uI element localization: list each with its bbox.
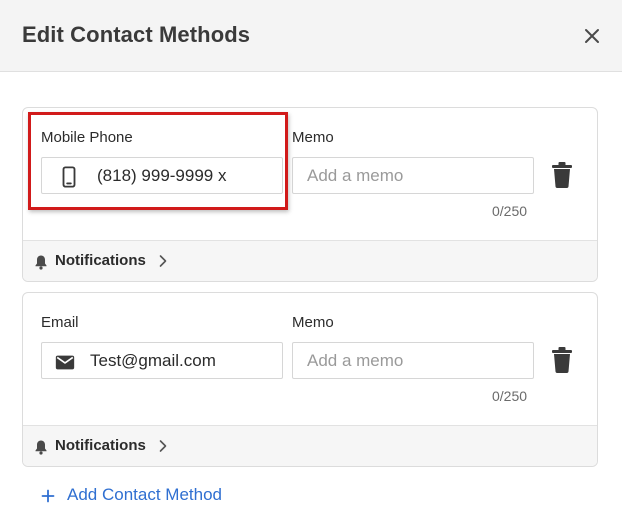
add-contact-method-label: Add Contact Method [67, 485, 222, 504]
bell-icon [35, 440, 47, 455]
memo-char-count: 0/250 [492, 388, 528, 404]
delete-trash-icon[interactable] [551, 162, 573, 188]
contact-type-label: Email [41, 314, 79, 331]
contact-card-mobile-phone: Mobile Phone Memo (818) 999-9999 x Add a… [22, 107, 598, 282]
contact-type-label: Mobile Phone [41, 129, 133, 146]
bell-icon [35, 255, 47, 270]
phone-value: (818) 999-9999 x [97, 166, 227, 185]
notifications-label: Notifications [55, 252, 146, 269]
notifications-label: Notifications [55, 437, 146, 454]
chevron-right-icon [159, 255, 167, 267]
memo-input[interactable]: Add a memo [292, 157, 534, 194]
delete-trash-icon[interactable] [551, 347, 573, 373]
memo-label: Memo [292, 314, 334, 331]
memo-label: Memo [292, 129, 334, 146]
close-icon[interactable] [580, 24, 604, 48]
dialog-title: Edit Contact Methods [22, 22, 251, 47]
chevron-right-icon [159, 440, 167, 452]
email-value: Test@gmail.com [90, 351, 216, 370]
dialog-header: Edit Contact Methods [0, 0, 622, 72]
memo-char-count: 0/250 [492, 203, 528, 219]
memo-input[interactable]: Add a memo [292, 342, 534, 379]
notifications-toggle[interactable]: Notifications [23, 425, 597, 466]
memo-placeholder: Add a memo [307, 351, 404, 370]
memo-placeholder: Add a memo [307, 166, 404, 185]
envelope-icon [55, 355, 75, 370]
contact-card-email: Email Memo Test@gmail.com Add a memo 0/2… [22, 292, 598, 467]
notifications-toggle[interactable]: Notifications [23, 240, 597, 281]
plus-icon [41, 489, 55, 503]
email-input[interactable]: Test@gmail.com [41, 342, 283, 379]
phone-input[interactable]: (818) 999-9999 x [41, 157, 283, 194]
mobile-phone-icon [62, 166, 76, 188]
